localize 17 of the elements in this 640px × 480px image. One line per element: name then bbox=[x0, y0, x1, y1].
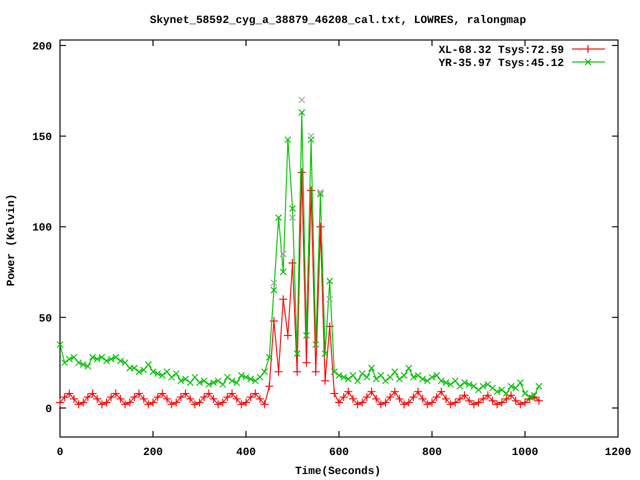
legend-label: YR-35.97 Tsys:45.12 bbox=[438, 58, 564, 70]
x-tick-label: 200 bbox=[143, 447, 163, 459]
x-tick-label: 0 bbox=[56, 447, 64, 459]
y-tick-label: 200 bbox=[32, 41, 52, 54]
y-tick-label: 0 bbox=[45, 404, 52, 416]
y-tick-label: 150 bbox=[32, 132, 52, 144]
x-tick-label: 600 bbox=[329, 447, 349, 459]
x-axis-label: Time(Seconds) bbox=[295, 466, 381, 478]
x-tick-label: 800 bbox=[422, 447, 442, 459]
x-tick-label: 1200 bbox=[604, 447, 632, 459]
chart-title: Skynet_58592_cyg_a_38879_46208_cal.txt, LOWRES, ralongmap bbox=[150, 15, 526, 27]
legend-label: XL-68.32 Tsys:72.59 bbox=[438, 45, 564, 57]
y-tick-label: 50 bbox=[38, 313, 52, 326]
y-axis-label: Power (Kelvin) bbox=[6, 194, 18, 286]
y-tick-label: 100 bbox=[32, 222, 52, 235]
x-tick-label: 1000 bbox=[512, 447, 538, 459]
x-tick-label: 400 bbox=[236, 447, 256, 459]
